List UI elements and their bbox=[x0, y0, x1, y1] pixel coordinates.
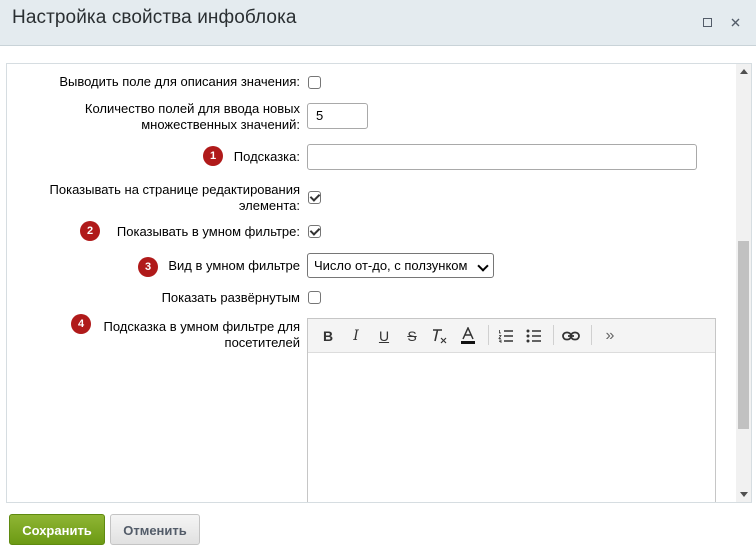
filter-hint-label: Подсказка в умном фильтре для посетителе… bbox=[103, 319, 300, 350]
arrow-up-icon bbox=[739, 69, 748, 74]
maximize-icon bbox=[702, 17, 712, 27]
clear-format-icon bbox=[433, 329, 447, 344]
ordered-list-icon bbox=[498, 330, 513, 343]
expanded-checkbox[interactable] bbox=[308, 291, 321, 304]
hint-input[interactable] bbox=[307, 144, 697, 170]
filter-hint-editor: B I U S » bbox=[307, 318, 716, 502]
content-scrollbar[interactable] bbox=[736, 64, 751, 502]
clear-format-button[interactable] bbox=[430, 326, 450, 346]
hint-label: Подсказка: bbox=[233, 149, 300, 164]
form-content: Выводить поле для описания значения: Кол… bbox=[6, 63, 752, 503]
italic-button[interactable]: I bbox=[346, 326, 366, 346]
dialog-header: Настройка свойства инфоблока bbox=[0, 0, 756, 46]
toolbar-separator bbox=[488, 325, 489, 345]
expanded-label: Показать развёрнутым bbox=[161, 290, 300, 305]
filter-view-badge: 3 bbox=[138, 257, 158, 277]
show-on-edit-label: Показывать на странице редактирования эл… bbox=[49, 182, 300, 213]
hint-badge: 1 bbox=[203, 146, 223, 166]
smart-filter-checkbox[interactable] bbox=[308, 225, 321, 238]
text-color-button[interactable] bbox=[458, 326, 478, 346]
arrow-down-icon bbox=[739, 492, 748, 497]
bold-button[interactable]: B bbox=[318, 326, 338, 346]
property-settings-dialog: Настройка свойства инфоблока Выводить по… bbox=[0, 0, 756, 553]
cancel-button[interactable]: Отменить bbox=[110, 514, 200, 545]
bullet-list-button[interactable] bbox=[524, 326, 544, 346]
smart-filter-badge: 2 bbox=[80, 221, 100, 241]
filter-view-selected: Число от-до, с ползунком bbox=[314, 258, 468, 273]
dialog-title: Настройка свойства инфоблока bbox=[12, 7, 297, 28]
filter-hint-badge: 4 bbox=[71, 314, 91, 334]
close-button[interactable] bbox=[726, 13, 744, 31]
multi-count-label: Количество полей для ввода новых множест… bbox=[84, 101, 300, 132]
filter-view-select[interactable]: Число от-до, с ползунком bbox=[307, 253, 494, 278]
more-button[interactable]: » bbox=[600, 326, 620, 346]
bullet-list-icon bbox=[526, 329, 541, 343]
maximize-button[interactable] bbox=[698, 13, 716, 31]
toolbar-separator bbox=[553, 325, 554, 345]
strike-button[interactable]: S bbox=[402, 326, 422, 346]
scroll-thumb[interactable] bbox=[738, 241, 749, 429]
link-icon bbox=[562, 331, 580, 341]
multi-count-input[interactable]: 5 bbox=[307, 103, 368, 129]
smart-filter-label: Показывать в умном фильтре: bbox=[116, 224, 300, 239]
show-description-label: Выводить поле для описания значения: bbox=[59, 74, 300, 89]
filter-view-label: Вид в умном фильтре bbox=[168, 258, 300, 273]
toolbar-separator bbox=[591, 325, 592, 345]
link-button[interactable] bbox=[561, 326, 581, 346]
chevron-down-icon bbox=[477, 260, 489, 272]
save-button[interactable]: Сохранить bbox=[9, 514, 105, 545]
show-on-edit-checkbox[interactable] bbox=[308, 191, 321, 204]
text-color-icon bbox=[461, 327, 475, 344]
editor-text-area[interactable] bbox=[308, 353, 715, 502]
ordered-list-button[interactable] bbox=[496, 326, 516, 346]
underline-button[interactable]: U bbox=[374, 326, 394, 346]
scroll-up-button[interactable] bbox=[736, 64, 751, 79]
show-description-checkbox[interactable] bbox=[308, 76, 321, 89]
scroll-down-button[interactable] bbox=[736, 487, 751, 502]
close-icon bbox=[731, 18, 739, 26]
editor-toolbar: B I U S » bbox=[308, 319, 715, 353]
